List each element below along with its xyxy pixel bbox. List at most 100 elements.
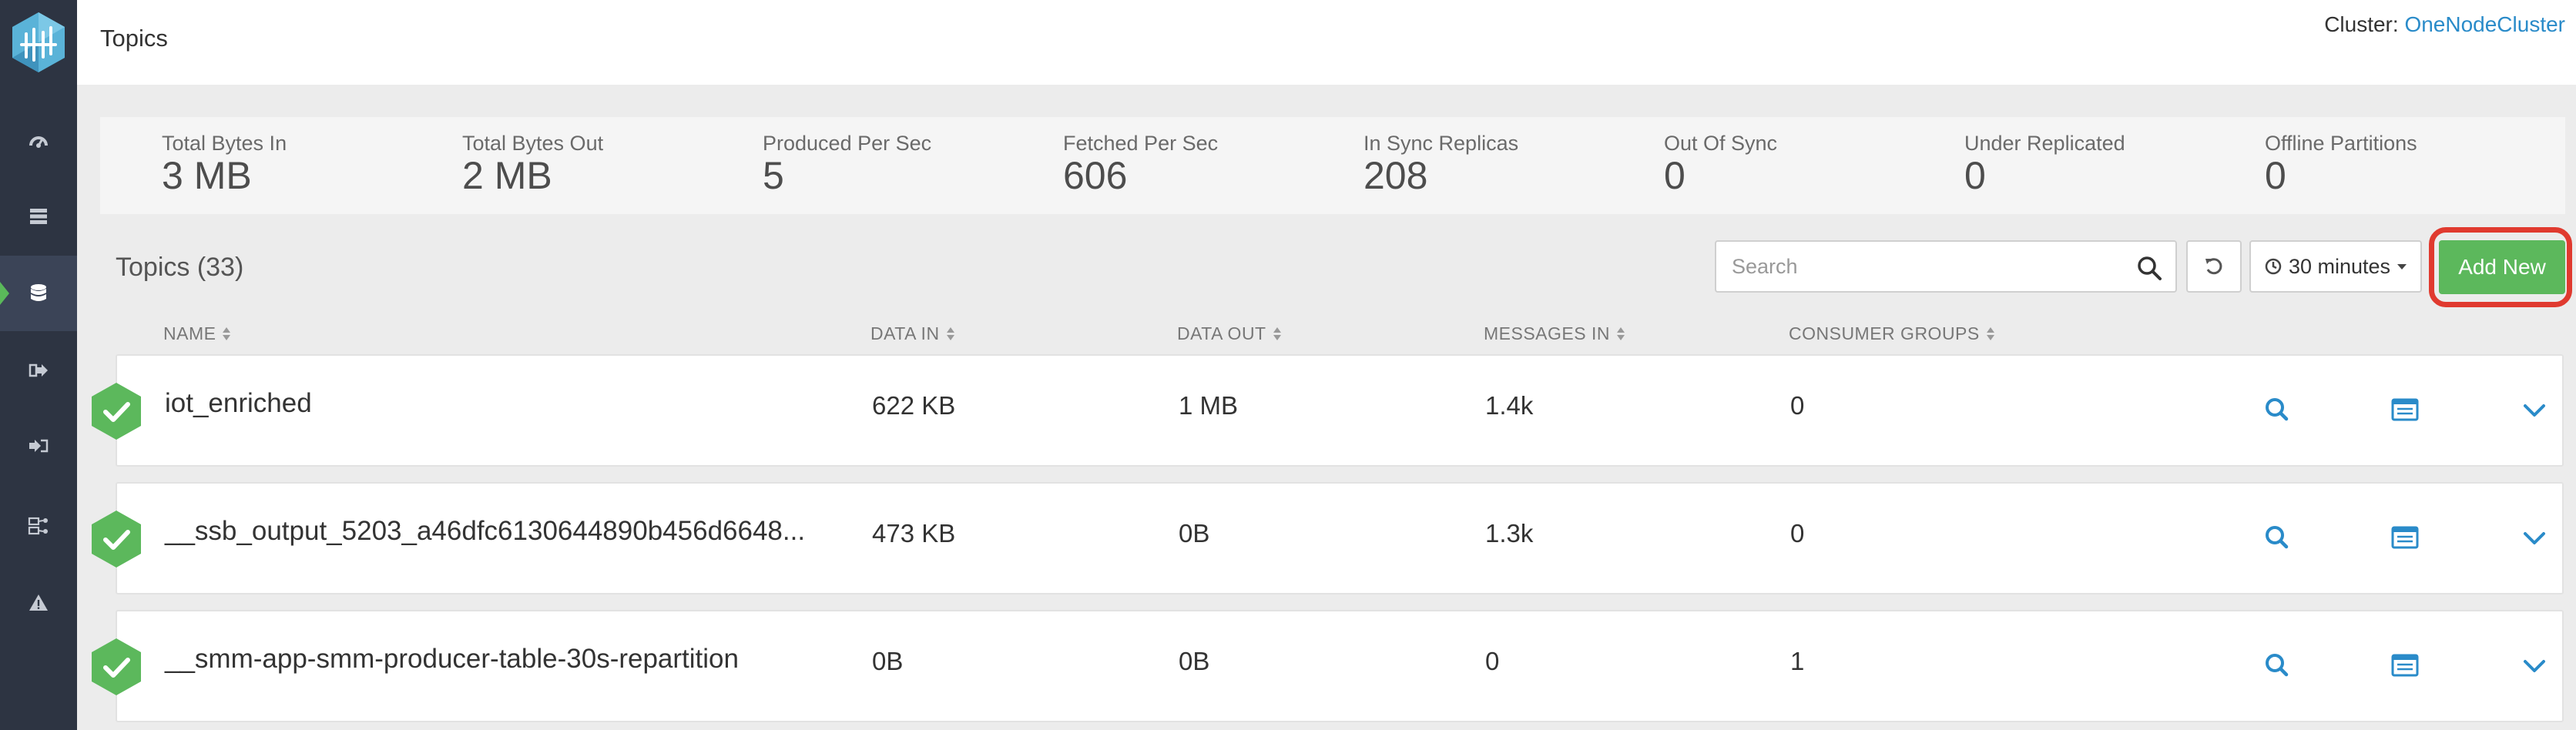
caret-down-icon [2397, 264, 2407, 270]
topic-consumer-groups: 1 [1790, 647, 1805, 675]
chevron-down-icon[interactable] [2519, 650, 2550, 681]
stat-value: 606 [1063, 154, 1128, 197]
column-header-consumer-groups[interactable]: CONSUMER GROUPS [1789, 323, 1995, 344]
stat-under-replicated: Under Replicated 0 [1964, 131, 2125, 196]
sort-icon [222, 326, 231, 343]
topic-messages-in: 0 [1485, 647, 1500, 675]
search-icon[interactable] [2262, 522, 2293, 553]
sidebar-item-consumers[interactable] [0, 408, 77, 484]
column-header-label: CONSUMER GROUPS [1789, 323, 1980, 343]
search-icon[interactable] [2262, 650, 2293, 681]
stat-fetched-per-sec: Fetched Per Sec 606 [1063, 131, 1218, 196]
app-logo-icon[interactable] [11, 11, 66, 74]
stat-label: Produced Per Sec [763, 132, 932, 155]
stat-value: 0 [2265, 154, 2286, 197]
stat-total-bytes-in: Total Bytes In 3 MB [162, 131, 287, 196]
topic-name[interactable]: iot_enriched [165, 388, 312, 419]
producers-icon [29, 363, 48, 377]
stat-value: 0 [1964, 154, 1986, 197]
brokers-icon [30, 209, 47, 224]
data-lineage-icon [28, 517, 48, 535]
refresh-icon [2205, 258, 2222, 275]
stat-total-bytes-out: Total Bytes Out 2 MB [462, 131, 603, 196]
stat-value: 208 [1363, 154, 1428, 197]
column-header-label: DATA IN [870, 323, 940, 343]
stat-label: Under Replicated [1964, 132, 2125, 155]
status-ok-icon [92, 383, 141, 440]
alerts-icon [29, 594, 48, 611]
sort-icon [1616, 326, 1625, 343]
topic-name[interactable]: __smm-app-smm-producer-table-30s-reparti… [165, 644, 739, 675]
stat-label: Total Bytes Out [462, 132, 604, 155]
column-header-messages-in[interactable]: MESSAGES IN [1484, 323, 1625, 344]
consumers-icon [29, 439, 49, 453]
add-new-button[interactable]: Add New [2439, 240, 2565, 294]
details-panel-icon[interactable] [2390, 522, 2420, 553]
topics-icon [31, 284, 46, 301]
status-ok-icon [92, 511, 141, 568]
column-header-label: MESSAGES IN [1484, 323, 1610, 343]
dashboard-icon [29, 136, 48, 148]
chevron-down-icon[interactable] [2519, 394, 2550, 425]
stat-in-sync-replicas: In Sync Replicas 208 [1363, 131, 1518, 196]
search-input[interactable] [1732, 251, 2117, 282]
stat-label: In Sync Replicas [1363, 132, 1519, 155]
search-box [1715, 240, 2177, 293]
topic-data-out: 0B [1179, 647, 1210, 675]
search-icon[interactable] [2135, 254, 2163, 282]
page-title: Topics [100, 25, 168, 52]
topic-consumer-groups: 0 [1790, 391, 1805, 420]
sidebar-item-producers[interactable] [0, 333, 77, 408]
refresh-button[interactable] [2186, 240, 2242, 293]
topic-row[interactable]: __smm-app-smm-producer-table-30s-reparti… [116, 610, 2564, 722]
stat-label: Out Of Sync [1664, 132, 1778, 155]
topic-consumer-groups: 0 [1790, 519, 1805, 548]
time-range-label: 30 minutes [2288, 254, 2391, 278]
topic-messages-in: 1.4k [1485, 391, 1534, 420]
cluster-link[interactable]: OneNodeCluster [2404, 12, 2565, 36]
cluster-info: Cluster: OneNodeCluster [2324, 12, 2565, 37]
search-icon[interactable] [2262, 394, 2293, 425]
sort-icon [1273, 326, 1282, 343]
topic-data-out: 0B [1179, 519, 1210, 548]
column-header-data-out[interactable]: DATA OUT [1177, 323, 1282, 344]
topic-row[interactable]: iot_enriched 622 KB 1 MB 1.4k 0 [116, 354, 2564, 467]
stat-value: 0 [1664, 154, 1685, 197]
chevron-down-icon[interactable] [2519, 522, 2550, 553]
topic-data-in: 0B [872, 647, 904, 675]
status-ok-icon [92, 638, 141, 695]
topic-data-in: 622 KB [872, 391, 956, 420]
topic-name[interactable]: __ssb_output_5203_a46dfc6130644890b456d6… [165, 516, 805, 547]
column-header-name[interactable]: NAME [163, 323, 231, 344]
sidebar-item-brokers[interactable] [0, 179, 77, 254]
stat-value: 2 MB [462, 154, 552, 197]
topic-data-out: 1 MB [1179, 391, 1239, 420]
cluster-label: Cluster: [2324, 12, 2399, 36]
stat-label: Fetched Per Sec [1063, 132, 1219, 155]
stat-label: Offline Partitions [2265, 132, 2417, 155]
time-range-dropdown[interactable]: 30 minutes [2249, 240, 2422, 293]
stat-out-of-sync: Out Of Sync 0 [1664, 131, 1777, 196]
column-header-data-in[interactable]: DATA IN [870, 323, 955, 344]
stat-offline-partitions: Offline Partitions 0 [2265, 131, 2417, 196]
sidebar-item-alerts[interactable] [0, 565, 77, 641]
sidebar [0, 0, 77, 730]
sidebar-item-dashboard[interactable] [0, 103, 77, 179]
stat-label: Total Bytes In [162, 132, 287, 155]
header: Topics Cluster: OneNodeCluster [77, 0, 2576, 85]
topic-data-in: 473 KB [872, 519, 956, 548]
column-header-label: DATA OUT [1177, 323, 1266, 343]
metrics-summary: Total Bytes In 3 MB Total Bytes Out 2 MB… [100, 117, 2565, 214]
stat-value: 3 MB [162, 154, 252, 197]
stat-produced-per-sec: Produced Per Sec 5 [763, 131, 931, 196]
topics-count: Topics (33) [116, 253, 244, 282]
topic-messages-in: 1.3k [1485, 519, 1534, 548]
details-panel-icon[interactable] [2390, 394, 2420, 425]
topic-row[interactable]: __ssb_output_5203_a46dfc6130644890b456d6… [116, 482, 2564, 594]
details-panel-icon[interactable] [2390, 650, 2420, 681]
sidebar-item-data-lineage[interactable] [0, 488, 77, 564]
sort-icon [1986, 326, 1995, 343]
column-header-label: NAME [163, 323, 216, 343]
stat-value: 5 [763, 154, 784, 197]
sidebar-item-topics[interactable] [0, 256, 77, 331]
